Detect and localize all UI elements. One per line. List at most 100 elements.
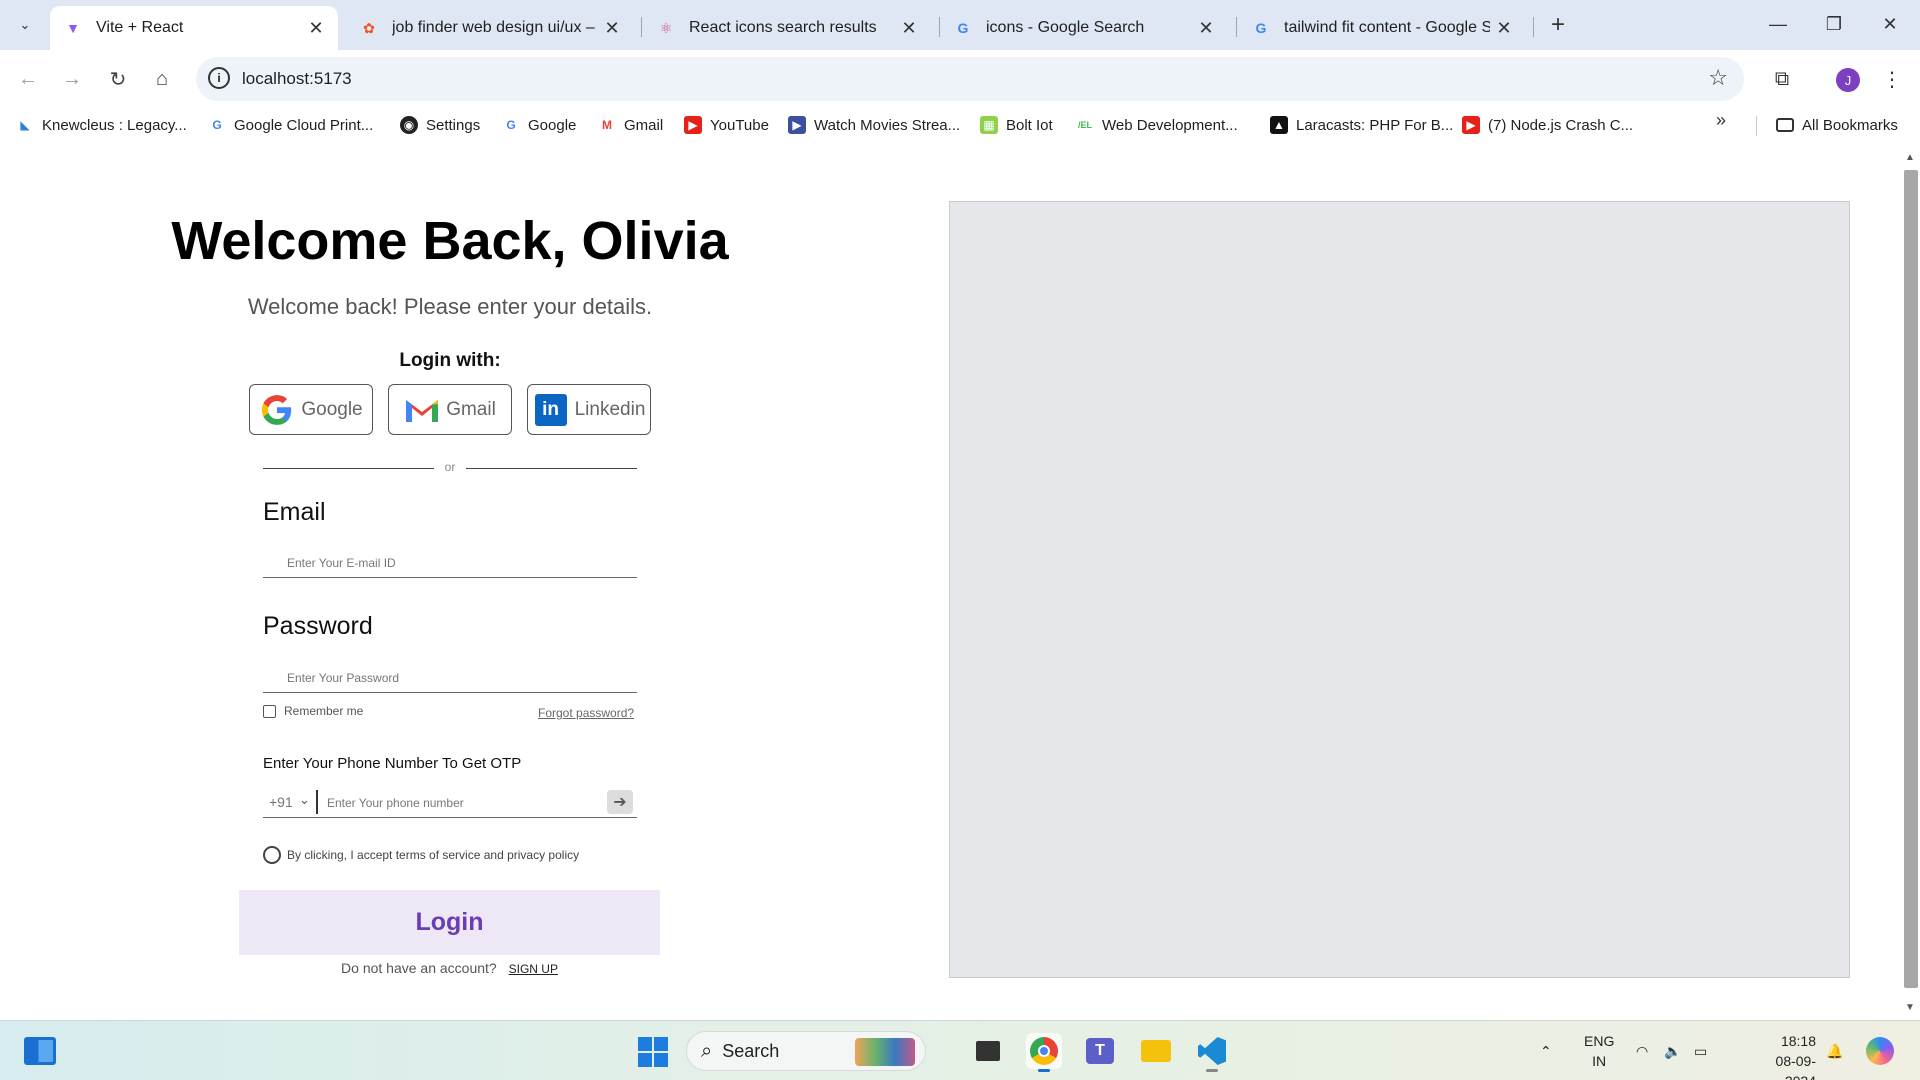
browser-toolbar: ← → ↻ ⌂ i localhost:5173 ☆ — [0, 50, 1920, 108]
close-icon[interactable]: ✕ — [1192, 14, 1220, 42]
bookmark-label: Watch Movies Strea... — [814, 116, 961, 134]
bookmark-nodejs-crash[interactable]: ▶ (7) Node.js Crash C... — [1462, 114, 1633, 136]
bookmark-separator — [1756, 116, 1757, 136]
bookmark-label: Knewcleus : Legacy... — [42, 116, 187, 134]
folder-icon[interactable] — [1138, 1033, 1174, 1069]
page-scrollbar[interactable]: ▲ ▼ — [1900, 152, 1920, 1020]
knewcleus-icon: ◣ — [20, 118, 30, 132]
google-icon: G — [506, 118, 516, 132]
terms-radio[interactable] — [263, 846, 281, 864]
tab-react-icons[interactable]: ⚛ React icons search results ✕ — [643, 6, 931, 50]
remember-me[interactable]: Remember me — [263, 704, 363, 718]
tab-figma[interactable]: ✿ job finder web design ui/ux – Fi ✕ — [346, 6, 634, 50]
bookmark-laracasts[interactable]: ▲ Laracasts: PHP For B... — [1270, 114, 1453, 136]
address-bar[interactable]: i localhost:5173 ☆ — [196, 57, 1744, 101]
tab-separator — [1236, 17, 1237, 37]
chevron-up-icon[interactable]: ⌃ — [1540, 1021, 1552, 1080]
page-subtitle: Welcome back! Please enter your details. — [247, 294, 653, 319]
wifi-icon[interactable]: ◠ — [1636, 1021, 1648, 1080]
phone-input-row: +91 ⌄ ➔ — [263, 788, 637, 818]
terms-consent[interactable]: By clicking, I accept terms of service a… — [263, 846, 579, 864]
tab-separator — [641, 17, 642, 37]
chevron-double-right-icon[interactable]: » — [1716, 110, 1726, 131]
copilot-icon[interactable] — [1866, 1021, 1894, 1080]
teams-icon[interactable]: T — [1082, 1033, 1118, 1069]
profile-avatar[interactable]: J — [1836, 68, 1860, 92]
tab-tailwind-google[interactable]: G tailwind fit content - Google Se ✕ — [1238, 6, 1526, 50]
site-info-icon[interactable]: i — [208, 67, 230, 89]
restore-icon[interactable]: ❐ — [1806, 0, 1862, 48]
extensions-icon[interactable]: ⧉ — [1766, 63, 1798, 95]
phone-field[interactable] — [327, 792, 597, 814]
windows-start-icon[interactable] — [638, 1037, 668, 1067]
sign-up-link[interactable]: SIGN UP — [509, 962, 558, 976]
bookmark-google[interactable]: G Google — [502, 114, 576, 136]
password-field[interactable] — [263, 663, 637, 693]
forgot-password-link[interactable]: Forgot password? — [538, 706, 634, 720]
bolt-iot-icon: ▦ — [980, 116, 998, 134]
chevron-down-icon[interactable]: ⌄ — [299, 792, 310, 808]
bookmark-youtube[interactable]: ▶ YouTube — [684, 114, 769, 136]
bookmark-bolt-iot[interactable]: ▦ Bolt Iot — [980, 114, 1053, 136]
password-label: Password — [263, 612, 373, 640]
scrollbar-thumb[interactable] — [1904, 170, 1918, 988]
gmail-login-button[interactable]: Gmail — [388, 384, 512, 435]
bookmark-google-cloud-print[interactable]: G Google Cloud Print... — [208, 114, 373, 136]
scroll-down-icon[interactable]: ▼ — [1905, 1002, 1915, 1013]
tab-strip: ⌄ ▼ Vite + React ✕ ✿ job finder web desi… — [0, 0, 1920, 50]
forward-icon[interactable]: → — [56, 63, 88, 95]
tab-icons-google[interactable]: G icons - Google Search ✕ — [940, 6, 1228, 50]
phone-otp-label: Enter Your Phone Number To Get OTP — [263, 755, 522, 772]
login-button[interactable]: Login — [239, 890, 660, 955]
tab-title: React icons search results — [689, 19, 877, 36]
volume-icon[interactable]: 🔈 — [1664, 1021, 1681, 1080]
bookmark-label: Bolt Iot — [1006, 116, 1053, 134]
reload-icon[interactable]: ↻ — [102, 63, 134, 95]
divider-line — [263, 468, 434, 469]
file-explorer-dark-icon[interactable] — [970, 1033, 1006, 1069]
taskbar-search[interactable]: ⌕ Search — [686, 1031, 926, 1071]
notification-bell-icon[interactable]: 🔔 — [1826, 1021, 1843, 1080]
email-field[interactable] — [263, 548, 637, 578]
clock[interactable]: 18:18 08-09-2024 — [1754, 1031, 1816, 1080]
minimize-icon[interactable]: — — [1750, 0, 1806, 48]
new-tab-icon[interactable]: + — [1544, 11, 1572, 39]
country-code-select[interactable]: +91 — [269, 794, 293, 810]
menu-kebab-icon[interactable]: ⋮ — [1880, 64, 1904, 94]
google-icon: G — [1255, 20, 1267, 36]
remember-me-label: Remember me — [284, 704, 364, 718]
bookmark-star-icon[interactable]: ☆ — [1708, 65, 1728, 91]
battery-icon[interactable]: ▭ — [1694, 1021, 1707, 1080]
close-icon[interactable]: ✕ — [1490, 14, 1518, 42]
remember-me-checkbox[interactable] — [263, 704, 276, 718]
language-indicator[interactable]: ENG IN — [1584, 1031, 1614, 1071]
vscode-icon[interactable] — [1194, 1033, 1230, 1072]
widgets-icon[interactable] — [24, 1037, 56, 1065]
scroll-up-icon[interactable]: ▲ — [1905, 152, 1915, 163]
close-icon[interactable]: ✕ — [895, 14, 923, 42]
laracasts-icon: ▲ — [1270, 116, 1288, 134]
all-bookmarks[interactable]: All Bookmarks — [1776, 114, 1898, 136]
window-close-icon[interactable]: ✕ — [1862, 0, 1918, 48]
folder-icon — [1776, 118, 1794, 132]
tab-title: tailwind fit content - Google Se — [1284, 19, 1490, 36]
bookmarks-bar: ◣ Knewcleus : Legacy... G Google Cloud P… — [0, 108, 1920, 142]
back-icon[interactable]: ← — [12, 63, 44, 95]
tab-search-icon[interactable]: ⌄ — [10, 10, 40, 40]
close-icon[interactable]: ✕ — [598, 14, 626, 42]
chrome-icon[interactable] — [1026, 1033, 1062, 1072]
close-icon[interactable]: ✕ — [302, 14, 330, 42]
url-text[interactable]: localhost:5173 — [242, 69, 352, 89]
bookmark-gmail[interactable]: M Gmail — [598, 114, 663, 136]
bookmark-label: Settings — [426, 116, 481, 134]
bookmark-web-development[interactable]: /EL Web Development... — [1076, 114, 1238, 136]
bookmark-knewcleus[interactable]: ◣ Knewcleus : Legacy... — [16, 114, 187, 136]
bookmark-settings[interactable]: ◉ Settings — [400, 114, 480, 136]
home-icon[interactable]: ⌂ — [146, 63, 178, 95]
linkedin-login-button[interactable]: in Linkedin — [527, 384, 651, 435]
arrow-right-icon[interactable]: ➔ — [607, 790, 633, 814]
tab-vite-react[interactable]: ▼ Vite + React ✕ — [50, 6, 338, 50]
email-label: Email — [263, 498, 326, 526]
google-login-button[interactable]: Google — [249, 384, 373, 435]
bookmark-watch-movies[interactable]: ▶ Watch Movies Strea... — [788, 114, 960, 136]
